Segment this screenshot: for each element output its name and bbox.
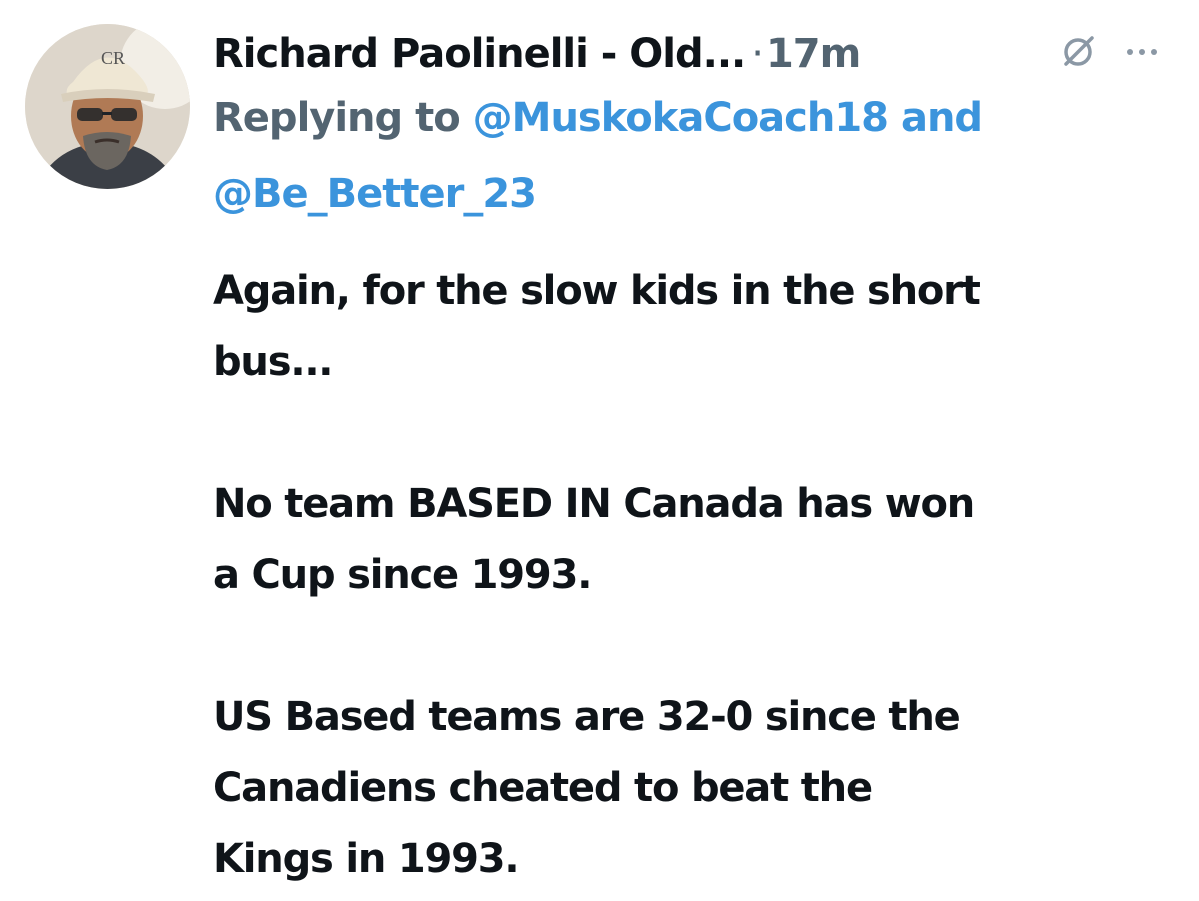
tweet-line: No team BASED IN Canada has won [213,481,975,527]
grok-icon[interactable] [1056,30,1100,74]
svg-text:CR: CR [101,48,125,68]
mention-link-2[interactable]: @Be_Better_23 [213,168,1183,220]
tweet-line: Again, for the slow kids in the short [213,268,981,314]
tweet-line: a Cup since 1993. [213,552,592,598]
author-name[interactable]: Richard Paolinelli - Old... [213,31,746,77]
tweet-line: Canadiens cheated to beat the [213,765,873,811]
tweet-timestamp[interactable]: 17m [766,31,861,77]
replying-to: Replying to @MuskokaCoach18 and @Be_Bett… [213,92,1183,220]
tweet-paragraph-1: Again, for the slow kids in the short bu… [213,256,1183,398]
tweet-line: Kings in 1993. [213,836,520,882]
header-separator: · [751,31,764,77]
more-dot-3 [1151,49,1157,55]
tweet-line: US Based teams are 32-0 since the [213,694,961,740]
tweet-paragraph-3: US Based teams are 32-0 since the Canadi… [213,682,1183,895]
tweet-header: Richard Paolinelli - Old... · 17m [213,26,1173,82]
tweet-line: bus... [213,339,334,385]
tweet-paragraph-2: No team BASED IN Canada has won a Cup si… [213,469,1183,611]
tweet-text: Again, for the slow kids in the short bu… [213,256,1183,895]
more-dot-1 [1127,49,1133,55]
more-options-icon[interactable] [1118,30,1166,74]
reply-join: and [900,95,983,141]
more-dot-2 [1139,49,1145,55]
reply-prefix: Replying to [213,95,461,141]
mention-link-1[interactable]: @MuskokaCoach18 [473,95,889,141]
author-avatar[interactable]: CR [25,24,190,189]
avatar-photo: CR [25,24,190,189]
